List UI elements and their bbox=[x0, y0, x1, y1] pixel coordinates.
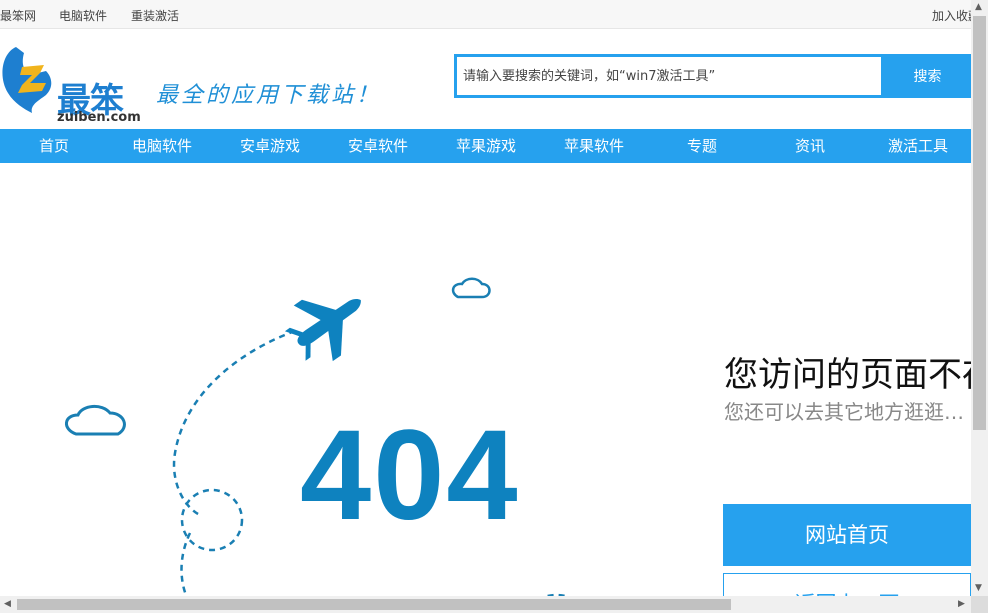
error-title: 您访问的页面不存在 bbox=[724, 355, 971, 395]
search-input[interactable] bbox=[457, 57, 881, 95]
site-slogan: 最全的应用下载站！ bbox=[156, 83, 382, 108]
nav-item-topics[interactable]: 专题 bbox=[648, 129, 756, 163]
site-logo[interactable]: 最笨 zuiben.com bbox=[0, 43, 145, 125]
nav-item-apple-games[interactable]: 苹果游戏 bbox=[432, 129, 540, 163]
flight-loop bbox=[180, 488, 244, 552]
error-code: 404 bbox=[300, 404, 520, 547]
flight-path-lower bbox=[180, 532, 192, 596]
nav-item-home[interactable]: 首页 bbox=[0, 129, 108, 163]
nav-item-activation-tools[interactable]: 激活工具 bbox=[864, 129, 971, 163]
nav-item-pc-software[interactable]: 电脑软件 bbox=[108, 129, 216, 163]
vertical-scrollbar[interactable]: ▲ ▼ bbox=[971, 0, 988, 596]
flight-path bbox=[172, 329, 296, 517]
nav-item-apple-software[interactable]: 苹果软件 bbox=[540, 129, 648, 163]
search-box: 搜索 bbox=[454, 54, 971, 98]
scrollbar-corner bbox=[971, 596, 988, 613]
topbar-link-activation[interactable]: 重装激活 bbox=[131, 7, 179, 24]
scroll-down-arrow-icon[interactable]: ▼ bbox=[975, 584, 982, 593]
nav-item-android-software[interactable]: 安卓软件 bbox=[324, 129, 432, 163]
horizontal-scroll-thumb[interactable] bbox=[17, 599, 731, 610]
main-nav: 首页 电脑软件 安卓游戏 安卓软件 苹果游戏 苹果软件 专题 资讯 激活工具 bbox=[0, 129, 971, 163]
error-subtitle: 您还可以去其它地方逛逛… bbox=[724, 400, 964, 424]
topbar-site-link[interactable]: 最笨网 bbox=[0, 7, 36, 24]
scroll-left-arrow-icon[interactable]: ◀ bbox=[4, 600, 11, 609]
bookmark-link[interactable]: 加入收藏 bbox=[932, 7, 971, 24]
vertical-scroll-thumb[interactable] bbox=[973, 16, 986, 430]
horizontal-scrollbar[interactable]: ◀ ▶ bbox=[0, 596, 971, 613]
scroll-up-arrow-icon[interactable]: ▲ bbox=[975, 3, 982, 12]
home-button[interactable]: 网站首页 bbox=[723, 504, 971, 566]
search-button[interactable]: 搜索 bbox=[884, 54, 971, 98]
nav-item-news[interactable]: 资讯 bbox=[756, 129, 864, 163]
nav-item-android-games[interactable]: 安卓游戏 bbox=[216, 129, 324, 163]
logo-mark-icon bbox=[2, 47, 52, 113]
topbar-link-pc-software[interactable]: 电脑软件 bbox=[59, 7, 107, 24]
scroll-right-arrow-icon[interactable]: ▶ bbox=[958, 600, 965, 609]
page-viewport: 最笨网 电脑软件 重装激活 加入收藏 最笨 zuiben.com 最全的应用下载… bbox=[0, 0, 971, 596]
cloud-icon bbox=[451, 277, 491, 299]
top-bar: 最笨网 电脑软件 重装激活 加入收藏 bbox=[0, 0, 971, 29]
back-button[interactable]: 返回上一页 bbox=[723, 573, 971, 596]
airplane-icon bbox=[284, 298, 361, 362]
cloud-icon bbox=[65, 405, 126, 436]
logo-domain: zuiben.com bbox=[57, 110, 141, 125]
